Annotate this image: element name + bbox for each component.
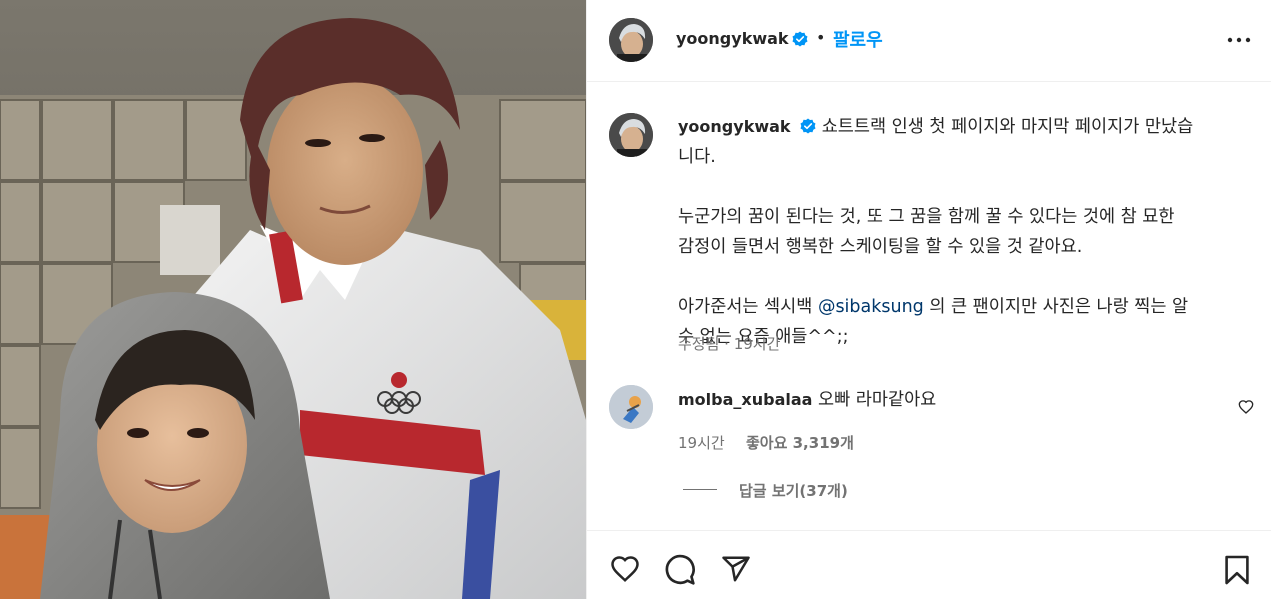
more-options-icon[interactable] xyxy=(1227,36,1251,44)
verified-badge-icon xyxy=(800,118,816,134)
commenter-avatar[interactable] xyxy=(609,385,653,429)
post-dialog: yoongykwak • 팔로우 yoongykwak 쇼트트랙 인생 첫 페이… xyxy=(0,0,1271,599)
post-action-bar xyxy=(587,530,1271,599)
send-icon[interactable] xyxy=(720,554,752,584)
mention-link[interactable]: @sibaksung xyxy=(818,297,924,317)
comment: molba_xubalaa 오빠 라마같아요 xyxy=(678,386,936,411)
author-avatar[interactable] xyxy=(609,18,653,62)
bookmark-icon[interactable] xyxy=(1224,554,1250,586)
post-caption: yoongykwak 쇼트트랙 인생 첫 페이지와 마지막 페이지가 만났습 니… xyxy=(678,112,1258,352)
caption-text-line2: 니다. xyxy=(678,147,716,167)
caption-username[interactable]: yoongykwak xyxy=(678,117,791,136)
caption-meta: 수정됨 · 19시간 xyxy=(678,335,781,353)
caption-paragraph2-line1: 누군가의 꿈이 된다는 것, 또 그 꿈을 함께 꿀 수 있다는 것에 참 묘한 xyxy=(678,207,1175,227)
comment-time: 19시간 xyxy=(678,434,725,452)
verified-badge-icon xyxy=(792,31,808,47)
caption-paragraph2-line2: 감정이 들면서 행복한 스케이팅을 할 수 있을 것 같아요. xyxy=(678,237,1083,257)
post-sidebar: yoongykwak • 팔로우 yoongykwak 쇼트트랙 인생 첫 페이… xyxy=(586,0,1271,599)
caption-paragraph3-post: 의 큰 팬이지만 사진은 나랑 찍는 알 xyxy=(923,297,1189,317)
replies-divider xyxy=(683,489,717,490)
view-replies-button[interactable]: 답글 보기(37개) xyxy=(739,480,848,501)
heart-icon[interactable] xyxy=(609,554,641,584)
comment-likes[interactable]: 좋아요 3,319개 xyxy=(746,432,854,453)
comment-icon[interactable] xyxy=(664,554,696,586)
heart-small-icon[interactable] xyxy=(1238,399,1254,415)
caption-avatar[interactable] xyxy=(609,113,653,157)
commenter-username[interactable]: molba_xubalaa xyxy=(678,390,812,409)
post-photo[interactable] xyxy=(0,0,586,599)
post-header: yoongykwak • 팔로우 xyxy=(587,0,1271,82)
caption-text-line1: 쇼트트랙 인생 첫 페이지와 마지막 페이지가 만났습 xyxy=(821,117,1194,137)
header-separator: • xyxy=(816,28,826,47)
author-username[interactable]: yoongykwak xyxy=(676,29,789,48)
follow-button[interactable]: 팔로우 xyxy=(833,26,883,52)
caption-paragraph3-pre: 아가준서는 섹시백 xyxy=(678,297,818,317)
comment-text: 오빠 라마같아요 xyxy=(818,390,937,410)
